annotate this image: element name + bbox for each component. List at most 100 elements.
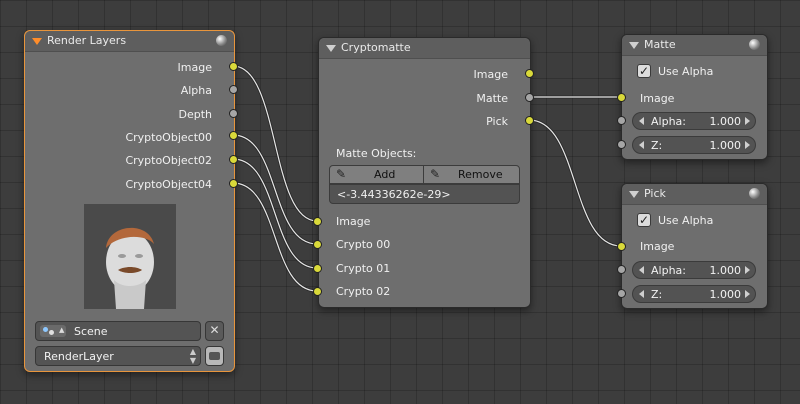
socket-input-crypto02[interactable] bbox=[313, 287, 322, 296]
matte-id-value: <-3.44336262e-29> bbox=[337, 188, 451, 201]
updown-arrows-icon: ▲ ▼ bbox=[189, 347, 196, 365]
collapse-triangle-icon[interactable] bbox=[326, 45, 336, 52]
use-alpha-checkbox[interactable]: ✓ bbox=[637, 213, 651, 227]
z-label: Z: bbox=[651, 139, 663, 152]
add-label: Add bbox=[374, 168, 396, 181]
add-button[interactable]: ✎ Add bbox=[329, 165, 424, 184]
node-title: Matte bbox=[644, 38, 676, 51]
socket-input-image[interactable] bbox=[313, 217, 322, 226]
link-crypto00 bbox=[232, 134, 318, 245]
eyedropper-icon: ✎ bbox=[430, 167, 441, 181]
increment-arrow-icon[interactable] bbox=[745, 141, 750, 149]
socket-output-matte[interactable] bbox=[525, 93, 534, 102]
z-value: 1.000 bbox=[709, 139, 742, 152]
eyedropper-icon: ✎ bbox=[336, 167, 347, 181]
output-label-pick: Pick bbox=[486, 115, 508, 128]
alpha-field[interactable]: Alpha: 1.000 bbox=[632, 261, 756, 279]
output-label-alpha: Alpha bbox=[180, 84, 212, 97]
link-image-to-image bbox=[232, 65, 318, 222]
link-crypto02 bbox=[232, 182, 318, 292]
socket-input-image[interactable] bbox=[617, 242, 626, 251]
socket-input-crypto01[interactable] bbox=[313, 264, 322, 273]
render-preview-thumbnail bbox=[84, 204, 176, 309]
preview-sphere-icon[interactable] bbox=[216, 35, 227, 46]
matte-id-field[interactable]: <-3.44336262e-29> bbox=[329, 184, 520, 204]
render-layers-header[interactable]: Render Layers bbox=[25, 31, 234, 52]
head-render-image bbox=[84, 204, 176, 309]
output-label-matte: Matte bbox=[476, 92, 508, 105]
matte-viewer-node[interactable]: Matte ✓ Use Alpha Image Alpha: 1.000 Z: … bbox=[621, 34, 768, 160]
preview-sphere-icon[interactable] bbox=[749, 39, 760, 50]
input-label-image: Image bbox=[640, 92, 675, 105]
scene-clear-button[interactable]: ✕ bbox=[205, 321, 224, 341]
collapse-triangle-icon[interactable] bbox=[629, 42, 639, 49]
input-label-image: Image bbox=[640, 240, 675, 253]
socket-input-alpha[interactable] bbox=[617, 116, 626, 125]
alpha-label: Alpha: bbox=[651, 264, 686, 277]
link-crypto01 bbox=[232, 158, 318, 269]
render-layer-selector[interactable]: RenderLayer ▲ ▼ bbox=[35, 346, 201, 366]
layer-value: RenderLayer bbox=[44, 350, 114, 363]
increment-arrow-icon[interactable] bbox=[745, 266, 750, 274]
render-layers-node[interactable]: Render Layers Image Alpha Depth CryptoOb… bbox=[24, 30, 235, 372]
node-title: Pick bbox=[644, 187, 666, 200]
decrement-arrow-icon[interactable] bbox=[639, 290, 644, 298]
render-camera-button[interactable] bbox=[205, 346, 224, 366]
collapse-triangle-icon[interactable] bbox=[629, 191, 639, 198]
increment-arrow-icon[interactable] bbox=[745, 117, 750, 125]
pick-header[interactable]: Pick bbox=[622, 184, 767, 205]
z-field[interactable]: Z: 1.000 bbox=[632, 136, 756, 154]
decrement-arrow-icon[interactable] bbox=[639, 141, 644, 149]
collapse-triangle-icon[interactable] bbox=[32, 38, 42, 45]
scene-icon: ▲ bbox=[40, 325, 66, 337]
alpha-field[interactable]: Alpha: 1.000 bbox=[632, 112, 756, 130]
socket-output-cryptoobject02[interactable] bbox=[229, 155, 238, 164]
use-alpha-label: Use Alpha bbox=[658, 214, 714, 227]
decrement-arrow-icon[interactable] bbox=[639, 117, 644, 125]
cryptomatte-header[interactable]: Cryptomatte bbox=[319, 38, 530, 59]
output-label-cryptoobject02: CryptoObject02 bbox=[125, 154, 212, 167]
node-title: Render Layers bbox=[47, 34, 127, 47]
socket-output-image[interactable] bbox=[229, 62, 238, 71]
socket-input-crypto00[interactable] bbox=[313, 240, 322, 249]
socket-input-image[interactable] bbox=[617, 93, 626, 102]
socket-output-depth[interactable] bbox=[229, 109, 238, 118]
matte-objects-label: Matte Objects: bbox=[336, 147, 417, 160]
output-label-cryptoobject00: CryptoObject00 bbox=[125, 131, 212, 144]
increment-arrow-icon[interactable] bbox=[745, 290, 750, 298]
cryptomatte-node[interactable]: Cryptomatte Image Matte Pick Matte Objec… bbox=[318, 37, 531, 308]
link-pick-to-pick bbox=[528, 119, 622, 247]
alpha-value: 1.000 bbox=[709, 115, 742, 128]
socket-input-z[interactable] bbox=[617, 289, 626, 298]
camera-icon bbox=[209, 352, 220, 360]
z-value: 1.000 bbox=[709, 288, 742, 301]
z-label: Z: bbox=[651, 288, 663, 301]
alpha-value: 1.000 bbox=[709, 264, 742, 277]
output-label-cryptoobject04: CryptoObject04 bbox=[125, 178, 212, 191]
preview-sphere-icon[interactable] bbox=[749, 188, 760, 199]
output-label-image: Image bbox=[473, 68, 508, 81]
input-label-crypto00: Crypto 00 bbox=[336, 238, 391, 251]
socket-input-z[interactable] bbox=[617, 140, 626, 149]
socket-output-image[interactable] bbox=[525, 69, 534, 78]
scene-selector[interactable]: ▲ Scene bbox=[35, 321, 201, 341]
use-alpha-label: Use Alpha bbox=[658, 65, 714, 78]
alpha-label: Alpha: bbox=[651, 115, 686, 128]
pick-viewer-node[interactable]: Pick ✓ Use Alpha Image Alpha: 1.000 Z: 1… bbox=[621, 183, 768, 309]
socket-output-alpha[interactable] bbox=[229, 85, 238, 94]
decrement-arrow-icon[interactable] bbox=[639, 266, 644, 274]
input-label-image: Image bbox=[336, 215, 371, 228]
socket-output-cryptoobject04[interactable] bbox=[229, 179, 238, 188]
input-label-crypto02: Crypto 02 bbox=[336, 285, 391, 298]
use-alpha-checkbox[interactable]: ✓ bbox=[637, 64, 651, 78]
remove-button[interactable]: ✎ Remove bbox=[423, 165, 520, 184]
output-label-depth: Depth bbox=[178, 108, 212, 121]
node-title: Cryptomatte bbox=[341, 41, 411, 54]
z-field[interactable]: Z: 1.000 bbox=[632, 285, 756, 303]
remove-label: Remove bbox=[458, 168, 503, 181]
socket-output-pick[interactable] bbox=[525, 116, 534, 125]
matte-header[interactable]: Matte bbox=[622, 35, 767, 56]
input-label-crypto01: Crypto 01 bbox=[336, 262, 391, 275]
socket-input-alpha[interactable] bbox=[617, 265, 626, 274]
socket-output-cryptoobject00[interactable] bbox=[229, 131, 238, 140]
